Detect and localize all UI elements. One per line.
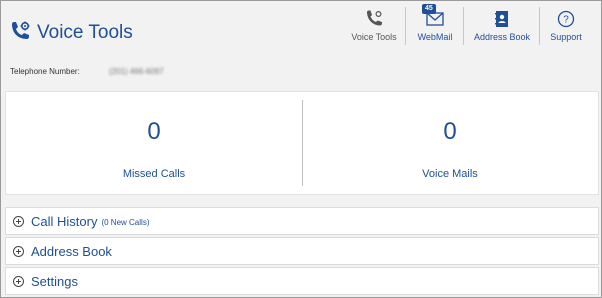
expand-plus-icon bbox=[13, 215, 24, 227]
voice-mails-stat[interactable]: 0 Voice Mails bbox=[302, 92, 598, 194]
phone-icon bbox=[367, 10, 382, 26]
nav-webmail-label: WebMail bbox=[417, 32, 453, 42]
mail-icon bbox=[426, 12, 444, 26]
voice-mails-count: 0 bbox=[443, 118, 457, 145]
nav-address-book-label: Address Book bbox=[473, 32, 531, 42]
section-note: (0 New Calls) bbox=[101, 217, 150, 227]
address-book-icon bbox=[495, 11, 508, 27]
help-icon: ? bbox=[557, 10, 575, 28]
webmail-badge: 45 bbox=[422, 4, 436, 14]
section-call-history[interactable]: Call History (0 New Calls) bbox=[5, 207, 599, 235]
expand-plus-icon bbox=[13, 275, 24, 287]
svg-text:?: ? bbox=[563, 15, 569, 26]
nav-address-book[interactable]: Address Book bbox=[469, 1, 535, 47]
expand-plus-icon bbox=[13, 245, 24, 257]
telephone-label: Telephone Number: bbox=[10, 67, 80, 76]
nav-voice-tools[interactable]: Voice Tools bbox=[350, 1, 398, 47]
app-frame: Voice Tools Voice Tools 45 WebMail Addre… bbox=[0, 0, 602, 298]
section-address-book[interactable]: Address Book bbox=[5, 237, 599, 265]
section-title: Call History bbox=[31, 213, 98, 229]
missed-calls-stat[interactable]: 0 Missed Calls bbox=[6, 92, 302, 194]
missed-calls-count: 0 bbox=[147, 118, 161, 145]
nav-voice-tools-label: Voice Tools bbox=[351, 32, 397, 42]
nav-separator bbox=[405, 7, 406, 45]
telephone-value: (201) 466-6097 bbox=[109, 67, 164, 76]
header: Voice Tools Voice Tools 45 WebMail Addre… bbox=[1, 1, 601, 61]
nav-webmail[interactable]: 45 WebMail bbox=[411, 1, 459, 47]
page-title: Voice Tools bbox=[37, 22, 133, 43]
phone-gear-icon bbox=[12, 21, 30, 39]
voice-mails-label: Voice Mails bbox=[422, 168, 478, 180]
stats-card: 0 Missed Calls 0 Voice Mails bbox=[5, 91, 599, 195]
missed-calls-label: Missed Calls bbox=[122, 168, 186, 180]
nav-separator bbox=[539, 7, 540, 45]
section-settings[interactable]: Settings bbox=[5, 267, 599, 295]
nav-separator bbox=[463, 7, 464, 45]
section-title: Address Book bbox=[31, 243, 112, 259]
section-title: Settings bbox=[31, 273, 78, 289]
nav-support[interactable]: ? Support bbox=[543, 1, 589, 47]
nav-support-label: Support bbox=[550, 32, 582, 42]
